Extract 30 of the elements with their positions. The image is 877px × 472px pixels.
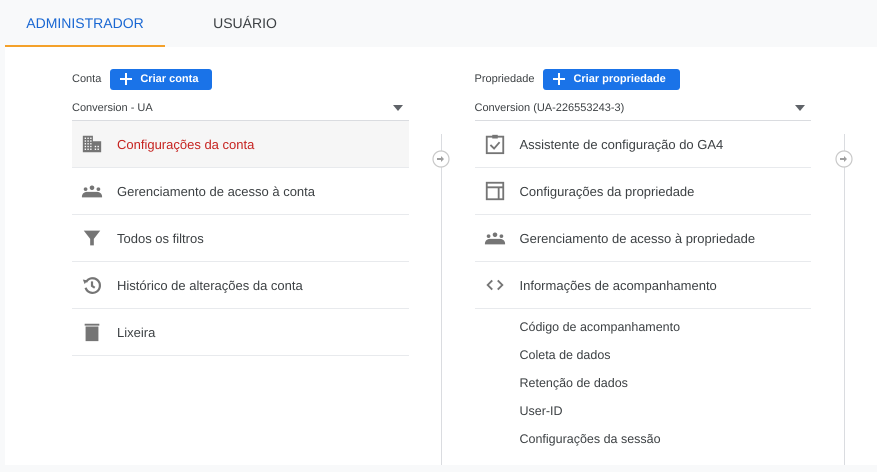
history-icon <box>81 274 103 296</box>
building-icon <box>81 133 103 155</box>
menu-item[interactable]: Gerenciamento de acesso à conta <box>72 168 409 215</box>
column-label: Propriedade <box>474 73 534 85</box>
menu-item[interactable]: Histórico de alterações da conta <box>72 262 409 309</box>
menu-item[interactable]: Configurações da propriedade <box>474 168 812 215</box>
submenu-item[interactable]: Coleta de dados <box>474 341 812 369</box>
menu-item[interactable]: Lixeira <box>72 309 409 356</box>
submenu-item[interactable]: Retenção de dados <box>474 369 812 397</box>
create-button[interactable]: Criar propriedade <box>543 68 680 90</box>
selector-dropdown[interactable]: Conversion (UA-226553243-3) <box>474 96 812 121</box>
arrow-circle-icon <box>432 150 450 168</box>
caret-icon <box>795 105 806 111</box>
submenu-item[interactable]: User-ID <box>474 397 812 425</box>
column-label: Conta <box>72 73 102 85</box>
layout-icon <box>484 180 506 202</box>
submenu-item[interactable]: Configurações da sessão <box>474 425 812 453</box>
create-button[interactable]: Criar conta <box>110 68 212 90</box>
arrow-circle-icon <box>834 150 853 168</box>
plus-icon <box>553 73 566 85</box>
menu-item[interactable]: Informações de acompanhamento <box>474 262 812 309</box>
menu-item[interactable]: Todos os filtros <box>72 215 409 262</box>
clipboard-check-icon <box>484 133 506 155</box>
submenu-item[interactable]: Código de acompanhamento <box>474 313 812 341</box>
plus-icon <box>120 73 132 85</box>
menu-item[interactable]: Gerenciamento de acesso à propriedade <box>474 215 812 262</box>
caret-icon <box>392 105 403 111</box>
menu-item[interactable]: Assistente de configuração do GA4 <box>474 121 812 168</box>
menu-item[interactable]: Configurações da conta <box>72 121 409 168</box>
tab[interactable]: USUÁRIO <box>165 0 325 47</box>
